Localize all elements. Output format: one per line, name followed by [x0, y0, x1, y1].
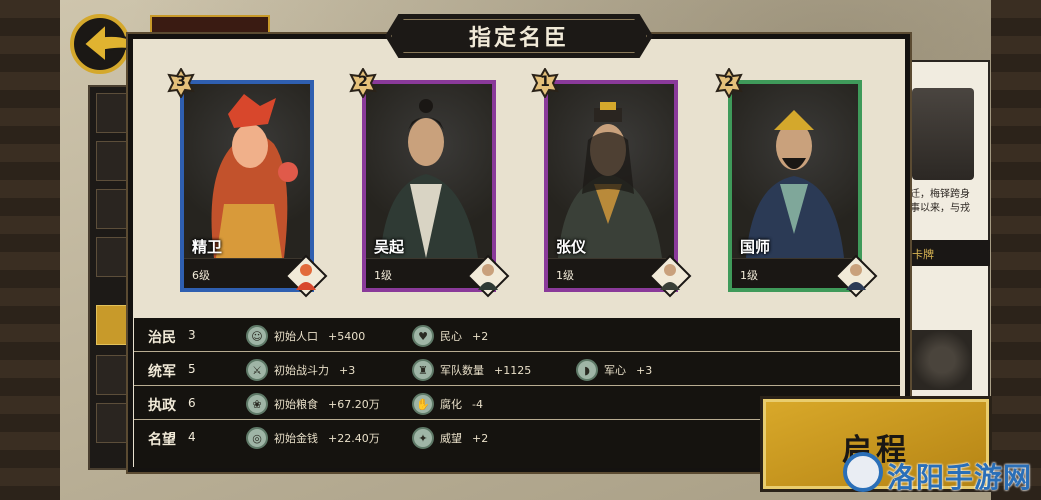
- hero-token: [648, 254, 692, 298]
- background-portrait: [912, 88, 974, 180]
- prestige-icon: ✦: [412, 427, 434, 449]
- hero-level: 1级: [740, 269, 758, 282]
- background-info-text: 迁，梅铎跨身 事以来，与戎: [910, 189, 970, 214]
- rank-number: 3: [176, 74, 186, 90]
- bonus-label: 腐化: [440, 398, 462, 411]
- bonus-item: ◗ 军心 +3: [576, 358, 652, 382]
- bonus-item: ✦ 威望 +2: [412, 426, 488, 450]
- bonus-label: 威望: [440, 432, 462, 445]
- person-icon: ☺: [246, 325, 268, 347]
- bonus-label: 初始金钱: [274, 432, 318, 445]
- rank-badge: 1: [530, 66, 560, 100]
- bonus-item: ◎ 初始金钱 +22.40万: [246, 426, 380, 450]
- rank-badge: 2: [348, 66, 378, 100]
- bonus-amount: +67.20万: [328, 398, 380, 411]
- stat-value: 5: [188, 362, 196, 376]
- hero-token: [466, 254, 510, 298]
- bonus-label: 初始战斗力: [274, 364, 329, 377]
- stat-name: 执政: [148, 398, 176, 414]
- bonus-item: ⚔ 初始战斗力 +3: [246, 358, 355, 382]
- hero-name: 国师: [740, 238, 771, 256]
- stat-name: 名望: [148, 432, 176, 448]
- bonus-label: 军队数量: [440, 364, 484, 377]
- hero-token: [834, 254, 878, 298]
- stat-row-governance: 治民 3 ☺ 初始人口 +5400 ♥ 民心 +2: [134, 320, 900, 352]
- hero-portrait: [366, 84, 492, 258]
- watermark-text: 洛阳手游网: [887, 461, 1033, 494]
- hero-token: [284, 254, 328, 298]
- bonus-amount: +22.40万: [328, 432, 380, 445]
- stat-value: 3: [188, 328, 196, 342]
- hero-level: 1级: [374, 269, 392, 282]
- bonus-item: ☺ 初始人口 +5400: [246, 324, 365, 348]
- bonus-item: ✋ 腐化 -4: [412, 392, 483, 416]
- right-frame-border: [991, 0, 1041, 500]
- site-watermark: 洛阳手游网: [843, 450, 1038, 498]
- hero-portrait: [732, 84, 858, 258]
- bonus-label: 军心: [604, 364, 626, 377]
- background-artwork: [912, 330, 972, 390]
- bonus-amount: +3: [339, 363, 356, 377]
- rank-number: 1: [540, 74, 550, 90]
- corruption-icon: ✋: [412, 393, 434, 415]
- bonus-amount: -4: [472, 397, 483, 411]
- bonus-label: 民心: [440, 330, 462, 343]
- soldier-icon: ♜: [412, 359, 434, 381]
- stat-name: 治民: [148, 330, 176, 346]
- hero-level: 6级: [192, 269, 210, 282]
- hero-portrait: [548, 84, 674, 258]
- hero-level: 1级: [556, 269, 574, 282]
- bonus-label: 初始粮食: [274, 398, 318, 411]
- rank-number: 2: [724, 74, 734, 90]
- hero-name: 张仪: [556, 238, 587, 256]
- coin-icon: ◎: [246, 427, 268, 449]
- bonus-item: ❀ 初始粮食 +67.20万: [246, 392, 380, 416]
- sword-icon: ⚔: [246, 359, 268, 381]
- left-frame-border: [0, 0, 60, 500]
- bonus-amount: +2: [472, 329, 489, 343]
- rank-badge: 3: [166, 66, 196, 100]
- bonus-amount: +3: [636, 363, 653, 377]
- hero-portrait: [184, 84, 310, 258]
- dialog-title: 指定名臣: [468, 26, 569, 51]
- bonus-amount: +5400: [328, 329, 366, 343]
- helmet-icon: ◗: [576, 359, 598, 381]
- bonus-amount: +2: [472, 431, 489, 445]
- bonus-item: ♜ 军队数量 +1125: [412, 358, 531, 382]
- background-card-strip: 卡牌: [906, 240, 990, 266]
- stat-value: 4: [188, 430, 196, 444]
- dialog-title-plate: 指定名臣: [385, 14, 653, 58]
- bonus-label: 初始人口: [274, 330, 318, 343]
- stat-value: 6: [188, 396, 196, 410]
- heart-icon: ♥: [412, 325, 434, 347]
- rank-number: 2: [358, 74, 368, 90]
- watermark-logo-icon: [843, 452, 883, 492]
- bonus-item: ♥ 民心 +2: [412, 324, 488, 348]
- stat-row-military: 统军 5 ⚔ 初始战斗力 +3 ♜ 军队数量 +1125 ◗ 军心 +3: [134, 354, 900, 386]
- hero-name: 精卫: [192, 238, 223, 256]
- stat-name: 统军: [148, 364, 176, 380]
- rank-badge: 2: [714, 66, 744, 100]
- grain-icon: ❀: [246, 393, 268, 415]
- bonus-amount: +1125: [494, 363, 532, 377]
- hero-name: 吴起: [374, 238, 405, 256]
